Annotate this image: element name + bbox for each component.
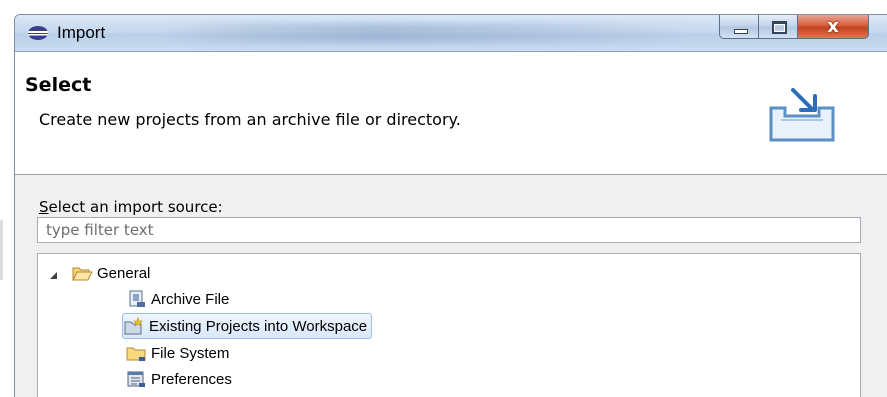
maximize-icon [772, 21, 787, 34]
tree-node-label: File System [151, 344, 230, 362]
collapse-triangle-icon[interactable] [47, 269, 61, 283]
minimize-button[interactable] [719, 15, 759, 39]
import-source-label-text: elect an import source: [48, 198, 223, 216]
tree-node-general[interactable]: General [71, 261, 150, 285]
archive-file-icon [129, 290, 145, 307]
close-icon: x [827, 16, 839, 37]
tree-node-existing-projects[interactable]: Existing Projects into Workspace [122, 313, 373, 339]
close-button[interactable]: x [797, 15, 869, 39]
title-bar[interactable]: Import x [15, 15, 887, 52]
blurred-taskbar-background [165, 23, 685, 43]
tree-node-label: Existing Projects into Workspace [149, 317, 368, 335]
page-description: Create new projects from an archive file… [39, 110, 461, 129]
tree-node-preferences[interactable]: Preferences [125, 367, 232, 391]
maximize-button[interactable] [758, 15, 798, 39]
folder-open-icon [72, 267, 93, 281]
page-title: Select [25, 74, 92, 96]
tree-node-file-system[interactable]: File System [125, 341, 229, 365]
mnemonic-letter: S [39, 198, 49, 216]
filter-input[interactable] [37, 217, 861, 243]
tree-node-archive-file[interactable]: Archive File [125, 287, 229, 311]
tree-node-label: Archive File [151, 290, 230, 308]
import-dialog: Import x Select Create new projects from… [14, 14, 887, 397]
existing-projects-icon [124, 317, 143, 335]
wizard-header: Select Create new projects from an archi… [15, 52, 887, 175]
window-title: Import [57, 23, 106, 42]
import-app-icon [28, 26, 48, 40]
tree-node-label: General [97, 264, 151, 282]
background-edge [0, 220, 3, 280]
preferences-icon [127, 371, 145, 387]
import-source-label: Select an import source: [39, 198, 223, 216]
minimize-icon [734, 29, 748, 34]
import-wizard-banner-icon [769, 88, 835, 142]
tree-node-label: Preferences [151, 370, 232, 388]
folder-icon [126, 347, 146, 361]
